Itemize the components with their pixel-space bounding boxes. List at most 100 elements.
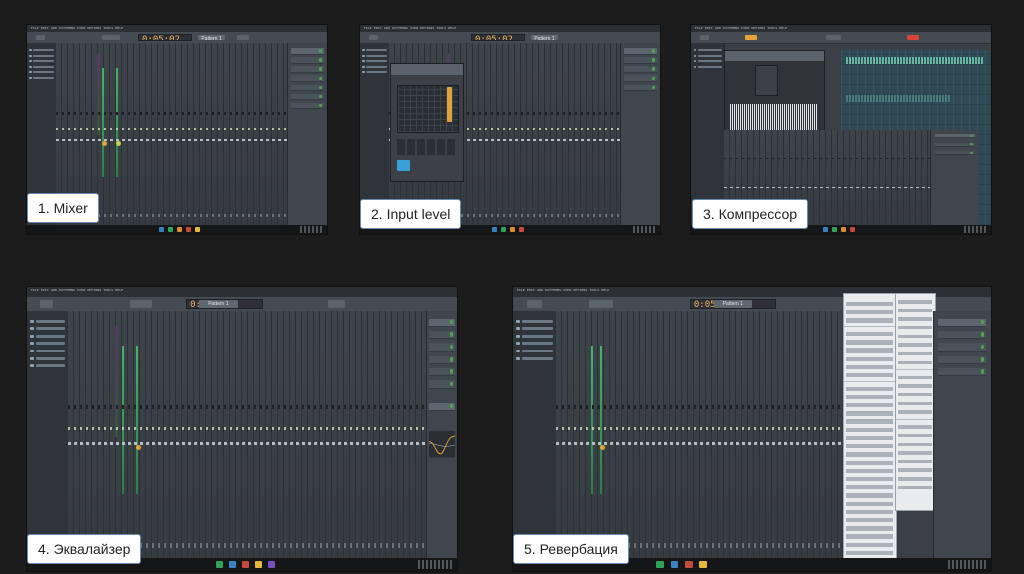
audio-clip[interactable] (845, 57, 984, 65)
browser-item[interactable] (516, 319, 554, 325)
toolbar-button[interactable] (527, 300, 542, 308)
toolbar-button[interactable] (130, 300, 152, 308)
browser-item[interactable] (30, 356, 66, 362)
app-icon[interactable] (242, 561, 249, 568)
browser-item[interactable] (362, 54, 387, 58)
effect-slot[interactable] (429, 330, 455, 340)
effect-slot[interactable] (938, 355, 987, 364)
browser-item[interactable] (29, 70, 54, 74)
effect-slot[interactable] (938, 367, 987, 377)
app-icon[interactable] (519, 226, 524, 232)
browser-item[interactable] (30, 333, 66, 339)
browser-item[interactable] (362, 65, 387, 69)
audio-clip[interactable] (845, 95, 951, 103)
app-icon[interactable] (501, 226, 506, 232)
browser-item[interactable] (30, 326, 66, 332)
app-icon[interactable] (685, 561, 693, 568)
toolbar-button[interactable] (36, 34, 45, 41)
app-icon[interactable] (186, 226, 191, 232)
effect-slot[interactable] (624, 57, 657, 64)
plugin-window[interactable] (390, 62, 464, 182)
browser-item[interactable] (516, 333, 554, 339)
mixer-panel[interactable] (556, 311, 848, 559)
app-icon[interactable] (670, 561, 679, 568)
browser-item[interactable] (362, 70, 387, 74)
pattern-selector[interactable]: Pattern 1 (713, 300, 752, 308)
pattern-selector[interactable]: Pattern 1 (199, 300, 238, 308)
app-icon[interactable] (254, 561, 262, 568)
effect-slot[interactable] (291, 84, 324, 92)
browser-item[interactable] (693, 54, 723, 58)
mixer-panel[interactable] (67, 311, 427, 559)
effect-slot[interactable] (291, 93, 324, 101)
effect-slot[interactable] (624, 48, 657, 55)
browser-item[interactable] (30, 319, 66, 325)
app-icon[interactable] (229, 561, 236, 568)
app-icon[interactable] (492, 226, 497, 232)
toolbar-button[interactable] (745, 34, 757, 41)
app-icon[interactable] (168, 226, 173, 232)
effect-slot[interactable] (934, 151, 976, 156)
toolbar-button[interactable] (39, 300, 53, 308)
toolbar-button[interactable] (700, 34, 709, 41)
effect-slot[interactable] (624, 84, 657, 92)
plugin-button[interactable] (396, 159, 410, 172)
app-icon[interactable] (823, 226, 828, 232)
app-icon[interactable] (510, 226, 515, 232)
pattern-selector[interactable]: Pattern 1 (198, 34, 225, 41)
effect-slot[interactable] (291, 57, 324, 64)
browser-item[interactable] (516, 326, 554, 332)
browser-item[interactable] (362, 48, 387, 52)
pan-knob[interactable] (599, 444, 605, 450)
plugin-menu[interactable] (842, 292, 898, 569)
knob-row[interactable] (396, 138, 458, 155)
browser-item[interactable] (516, 348, 554, 354)
effect-slot[interactable] (938, 330, 987, 340)
toolbar-button[interactable] (237, 34, 249, 41)
app-icon[interactable] (699, 561, 708, 568)
pan-knob[interactable] (136, 444, 142, 450)
app-icon[interactable] (841, 226, 846, 232)
browser-item[interactable] (29, 75, 54, 79)
browser-item[interactable] (29, 54, 54, 58)
effect-slot[interactable] (934, 142, 976, 147)
effect-slot[interactable] (429, 402, 455, 411)
toolbar-button[interactable] (328, 300, 346, 308)
level-slider[interactable] (447, 87, 453, 123)
browser-item[interactable] (693, 59, 723, 63)
effect-slot[interactable] (934, 134, 976, 139)
effect-slot[interactable] (429, 367, 455, 377)
effect-slot[interactable] (429, 380, 455, 389)
effect-slot[interactable] (291, 48, 324, 55)
browser-item[interactable] (30, 363, 66, 369)
pan-knob[interactable] (102, 140, 107, 146)
effect-slot[interactable] (291, 102, 324, 110)
toolbar-button[interactable] (589, 300, 614, 308)
app-icon[interactable] (177, 226, 182, 232)
browser-item[interactable] (516, 341, 554, 347)
browser-item[interactable] (362, 59, 387, 63)
browser-item[interactable] (30, 348, 66, 354)
effect-slot[interactable] (291, 75, 324, 82)
browser-item[interactable] (29, 65, 54, 69)
app-icon[interactable] (850, 226, 855, 232)
effect-slot[interactable] (429, 318, 455, 327)
pattern-selector[interactable]: Pattern 1 (531, 34, 558, 41)
effect-slot[interactable] (938, 343, 987, 352)
browser-item[interactable] (693, 48, 723, 52)
browser-item[interactable] (516, 356, 554, 362)
toolbar-button[interactable] (826, 34, 841, 41)
app-icon[interactable] (216, 561, 224, 568)
browser-item[interactable] (29, 48, 54, 52)
app-icon[interactable] (159, 226, 164, 232)
app-icon[interactable] (195, 226, 200, 232)
browser-item[interactable] (30, 341, 66, 347)
app-icon[interactable] (832, 226, 837, 232)
browser-item[interactable] (693, 65, 723, 69)
effect-slot[interactable] (624, 75, 657, 82)
browser-item[interactable] (29, 59, 54, 63)
toolbar-button[interactable] (907, 34, 919, 41)
effect-slot[interactable] (429, 355, 455, 364)
effect-slot[interactable] (429, 343, 455, 352)
toolbar-button[interactable] (369, 34, 378, 41)
